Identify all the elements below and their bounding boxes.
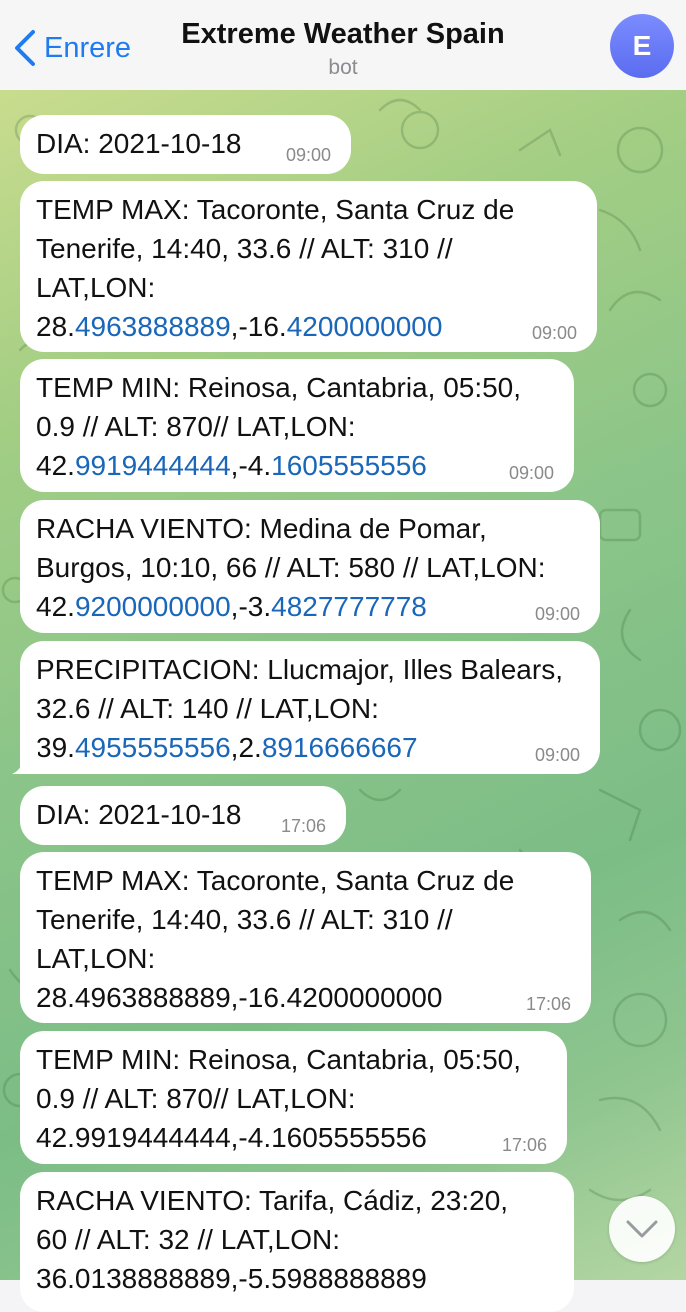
avatar[interactable]: E (610, 14, 674, 78)
phone-link[interactable]: 8916666667 (262, 732, 418, 763)
scroll-down-button[interactable] (609, 1196, 675, 1262)
message-text: PRECIPITACION: Llucmajor, Illes Balears, (36, 654, 563, 685)
coords-line: 42.9200000000,-3.4827777778 (36, 591, 427, 622)
message-text: Tenerife, 14:40, 33.6 // ALT: 310 // (36, 233, 453, 264)
message-text: RACHA VIENTO: Medina de Pomar, (36, 513, 487, 544)
message-text: TEMP MAX: Tacoronte, Santa Cruz de (36, 865, 515, 896)
bubble-tail (12, 748, 38, 774)
message-text: RACHA VIENTO: Tarifa, Cádiz, 23:20, (36, 1185, 509, 1216)
phone-link[interactable]: 4955555556 (75, 732, 231, 763)
message-bubble[interactable]: DIA: 2021-10-18 17:06 (20, 786, 346, 845)
phone-link[interactable]: 4200000000 (287, 311, 443, 342)
message-bubble[interactable]: TEMP MIN: Reinosa, Cantabria, 05:50, 0.9… (20, 359, 574, 492)
message-text: LAT,LON: (36, 943, 156, 974)
phone-link[interactable]: 4963888889 (75, 311, 231, 342)
message-time: 09:00 (285, 145, 331, 165)
coords-line: 39.4955555556,2.8916666667 (36, 732, 418, 763)
message-bubble[interactable]: RACHA VIENTO: Tarifa, Cádiz, 23:20, 60 /… (20, 1172, 574, 1312)
message-time: 17:06 (501, 1135, 547, 1155)
message-bubble[interactable]: TEMP MAX: Tacoronte, Santa Cruz de Tener… (20, 852, 591, 1023)
message-time: 09:00 (534, 745, 580, 765)
message-time: 17:06 (280, 816, 326, 836)
message-bubble[interactable]: RACHA VIENTO: Medina de Pomar, Burgos, 1… (20, 500, 600, 633)
message-bubble[interactable]: TEMP MAX: Tacoronte, Santa Cruz de Tener… (20, 181, 597, 352)
message-time: 09:00 (531, 323, 577, 343)
chevron-down-icon (626, 1220, 658, 1238)
message-bubble[interactable]: DIA: 2021-10-18 09:00 (20, 115, 351, 174)
message-text: Burgos, 10:10, 66 // ALT: 580 // LAT,LON… (36, 552, 546, 583)
phone-link[interactable]: 1605555556 (271, 450, 427, 481)
message-time: 09:00 (534, 604, 580, 624)
coords-line: 28.4963888889,-16.4200000000 (36, 311, 443, 342)
message-time: 09:00 (508, 463, 554, 483)
message-text: TEMP MAX: Tacoronte, Santa Cruz de (36, 194, 515, 225)
chat-header: Enrere Extreme Weather Spain bot E (0, 0, 686, 91)
message-text: 32.6 // ALT: 140 // LAT,LON: (36, 693, 379, 724)
chat-subtitle: bot (328, 56, 358, 79)
phone-link[interactable]: 4827777778 (271, 591, 427, 622)
chat-title[interactable]: Extreme Weather Spain (0, 18, 686, 51)
message-text: 36.0138888889,-5.5988888889 (36, 1263, 427, 1294)
message-bubble[interactable]: TEMP MIN: Reinosa, Cantabria, 05:50, 0.9… (20, 1031, 567, 1164)
message-text: LAT,LON: (36, 272, 156, 303)
message-text: 60 // ALT: 32 // LAT,LON: (36, 1224, 341, 1255)
message-text: 0.9 // ALT: 870// LAT,LON: (36, 1083, 356, 1114)
message-text: 42.9919444444,-4.1605555556 (36, 1122, 427, 1153)
coords-line: 42.9919444444,-4.1605555556 (36, 450, 427, 481)
message-text: Tenerife, 14:40, 33.6 // ALT: 310 // (36, 904, 453, 935)
message-text: 0.9 // ALT: 870// LAT,LON: (36, 411, 356, 442)
message-time: 17:06 (525, 994, 571, 1014)
message-text: 28.4963888889,-16.4200000000 (36, 982, 443, 1013)
phone-link[interactable]: 9919444444 (75, 450, 231, 481)
message-bubble[interactable]: PRECIPITACION: Llucmajor, Illes Balears,… (20, 641, 600, 774)
message-text: TEMP MIN: Reinosa, Cantabria, 05:50, (36, 372, 522, 403)
phone-link[interactable]: 9200000000 (75, 591, 231, 622)
message-text: TEMP MIN: Reinosa, Cantabria, 05:50, (36, 1044, 522, 1075)
